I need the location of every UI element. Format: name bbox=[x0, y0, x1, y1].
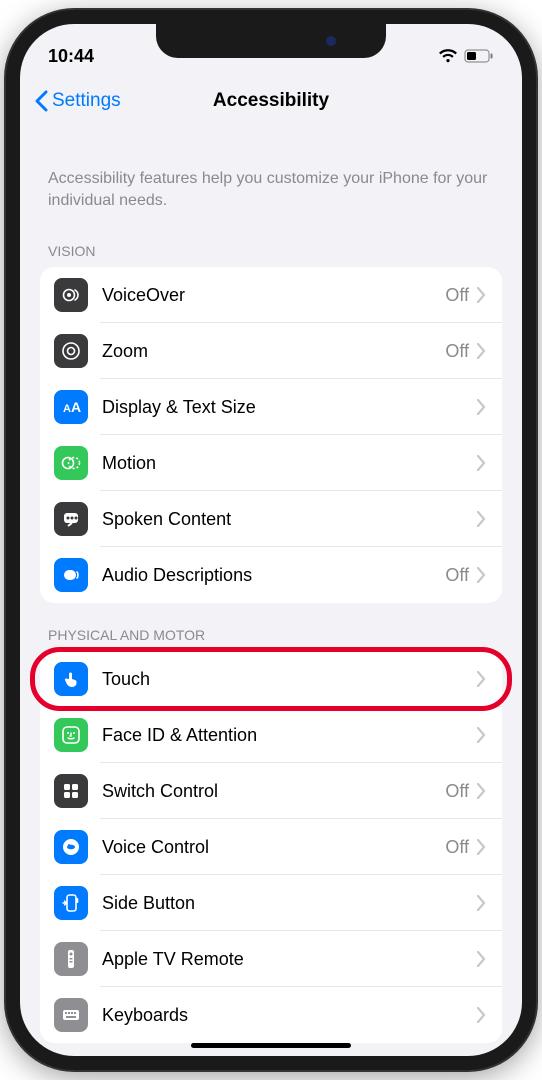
chevron-right-icon bbox=[477, 399, 486, 415]
row-spoken-content[interactable]: Spoken Content bbox=[40, 491, 502, 547]
touch-icon bbox=[54, 662, 88, 696]
chevron-right-icon bbox=[477, 839, 486, 855]
motion-icon bbox=[54, 446, 88, 480]
text-size-icon: AA bbox=[54, 390, 88, 424]
voiceover-icon bbox=[54, 278, 88, 312]
row-label: Voice Control bbox=[102, 837, 445, 858]
intro-text: Accessibility features help you customiz… bbox=[40, 136, 502, 219]
nav-bar: Settings Accessibility bbox=[20, 76, 522, 126]
chevron-right-icon bbox=[477, 567, 486, 583]
screen: 10:44 Settings Accessibility Accessibili… bbox=[20, 24, 522, 1056]
row-label: Display & Text Size bbox=[102, 397, 469, 418]
iphone-frame: 10:44 Settings Accessibility Accessibili… bbox=[6, 10, 536, 1070]
faceid-icon bbox=[54, 718, 88, 752]
tv-remote-icon bbox=[54, 942, 88, 976]
chevron-right-icon bbox=[477, 895, 486, 911]
keyboards-icon bbox=[54, 998, 88, 1032]
row-touch[interactable]: Touch bbox=[40, 651, 502, 707]
row-keyboards[interactable]: Keyboards bbox=[40, 987, 502, 1043]
row-apple-tv-remote[interactable]: Apple TV Remote bbox=[40, 931, 502, 987]
row-label: Spoken Content bbox=[102, 509, 469, 530]
section-header-vision: VISION bbox=[40, 219, 502, 267]
battery-icon bbox=[464, 49, 494, 63]
svg-text:A: A bbox=[71, 399, 81, 415]
spoken-content-icon bbox=[54, 502, 88, 536]
row-motion[interactable]: Motion bbox=[40, 435, 502, 491]
row-label: Audio Descriptions bbox=[102, 565, 445, 586]
row-audio-descriptions[interactable]: Audio Descriptions Off bbox=[40, 547, 502, 603]
status-time: 10:44 bbox=[48, 46, 94, 67]
voice-control-icon bbox=[54, 830, 88, 864]
chevron-right-icon bbox=[477, 511, 486, 527]
chevron-right-icon bbox=[477, 287, 486, 303]
chevron-right-icon bbox=[477, 783, 486, 799]
row-label: Side Button bbox=[102, 893, 469, 914]
chevron-right-icon bbox=[477, 1007, 486, 1023]
back-button[interactable]: Settings bbox=[34, 90, 121, 112]
row-faceid-attention[interactable]: Face ID & Attention bbox=[40, 707, 502, 763]
row-voice-control[interactable]: Voice Control Off bbox=[40, 819, 502, 875]
row-value: Off bbox=[445, 781, 469, 802]
group-physical: Touch Face ID & Attention Sw bbox=[40, 651, 502, 1043]
group-vision: VoiceOver Off Zoom Off AA Displ bbox=[40, 267, 502, 603]
row-value: Off bbox=[445, 565, 469, 586]
row-display-text-size[interactable]: AA Display & Text Size bbox=[40, 379, 502, 435]
zoom-icon bbox=[54, 334, 88, 368]
chevron-right-icon bbox=[477, 671, 486, 687]
svg-text:A: A bbox=[63, 403, 71, 415]
row-label: Touch bbox=[102, 669, 469, 690]
chevron-left-icon bbox=[34, 90, 48, 112]
row-label: Apple TV Remote bbox=[102, 949, 469, 970]
row-label: Face ID & Attention bbox=[102, 725, 469, 746]
switch-control-icon bbox=[54, 774, 88, 808]
chevron-right-icon bbox=[477, 727, 486, 743]
row-label: Keyboards bbox=[102, 1005, 469, 1026]
content-scroll[interactable]: Accessibility features help you customiz… bbox=[20, 136, 522, 1056]
notch bbox=[156, 24, 386, 58]
row-label: VoiceOver bbox=[102, 285, 445, 306]
back-label: Settings bbox=[52, 90, 121, 112]
home-indicator[interactable] bbox=[191, 1043, 351, 1048]
side-button-icon bbox=[54, 886, 88, 920]
chevron-right-icon bbox=[477, 455, 486, 471]
row-value: Off bbox=[445, 837, 469, 858]
row-label: Motion bbox=[102, 453, 469, 474]
row-switch-control[interactable]: Switch Control Off bbox=[40, 763, 502, 819]
audio-descriptions-icon bbox=[54, 558, 88, 592]
row-label: Zoom bbox=[102, 341, 445, 362]
chevron-right-icon bbox=[477, 951, 486, 967]
row-voiceover[interactable]: VoiceOver Off bbox=[40, 267, 502, 323]
row-value: Off bbox=[445, 341, 469, 362]
row-label: Switch Control bbox=[102, 781, 445, 802]
row-zoom[interactable]: Zoom Off bbox=[40, 323, 502, 379]
row-side-button[interactable]: Side Button bbox=[40, 875, 502, 931]
row-value: Off bbox=[445, 285, 469, 306]
wifi-icon bbox=[438, 49, 458, 63]
section-header-physical: PHYSICAL AND MOTOR bbox=[40, 603, 502, 651]
chevron-right-icon bbox=[477, 343, 486, 359]
